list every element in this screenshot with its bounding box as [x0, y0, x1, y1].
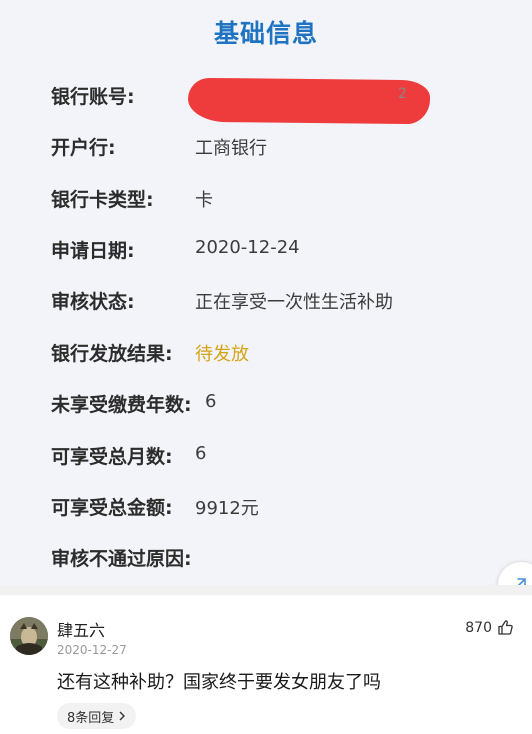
value-unused-years: 6	[205, 391, 217, 412]
label-bank-account: 银行账号:	[51, 86, 135, 108]
row-bank-name: 开户行: 工商银行	[0, 127, 532, 167]
label-unused-years: 未享受缴费年数:	[51, 394, 192, 416]
row-apply-date: 申请日期: 2020-12-24	[0, 230, 532, 270]
replies-button[interactable]: 8条回复	[57, 703, 137, 729]
basic-info-card: 基础信息 银行账号: 2 开户行: 工商银行 银行卡类型: 卡 申请日期: 20…	[0, 0, 532, 585]
comment-author[interactable]: 肆五六	[57, 617, 105, 641]
label-payout-result: 银行发放结果:	[51, 343, 173, 365]
info-title: 基础信息	[213, 19, 318, 48]
row-payout-result: 银行发放结果: 待发放	[0, 333, 532, 373]
row-total-months: 可享受总月数: 6	[0, 436, 532, 476]
avatar[interactable]	[10, 617, 48, 655]
row-review-status: 审核状态: 正在享受一次性生活补助	[0, 281, 532, 321]
value-total-months: 6	[195, 443, 207, 464]
like-count: 870	[465, 619, 492, 636]
value-review-status: 正在享受一次性生活补助	[195, 292, 393, 313]
thumbs-up-icon	[498, 620, 513, 635]
row-unused-years: 未享受缴费年数: 6	[0, 384, 532, 424]
chevron-right-icon	[119, 711, 126, 721]
like-button[interactable]: 870	[465, 619, 514, 636]
label-reject-reason: 审核不通过原因:	[51, 548, 192, 570]
value-bank-name: 工商银行	[195, 138, 267, 159]
avatar-image-icon	[10, 617, 48, 655]
value-total-amount: 9912元	[195, 498, 259, 519]
comment-item: 肆五六 2020-12-27 870 还有这种补助？国家终于要发女朋友了吗 8条…	[0, 595, 532, 734]
label-card-type: 银行卡类型:	[51, 189, 154, 211]
redaction-tail: 2	[398, 86, 407, 102]
row-reject-reason: 审核不通过原因:	[0, 538, 532, 578]
label-apply-date: 申请日期:	[51, 240, 135, 262]
label-total-months: 可享受总月数:	[51, 446, 173, 468]
section-divider	[0, 585, 532, 595]
row-card-type: 银行卡类型: 卡	[0, 179, 532, 219]
redaction-mark	[187, 77, 431, 125]
label-total-amount: 可享受总金额:	[51, 497, 173, 519]
label-bank-name: 开户行:	[51, 137, 116, 159]
value-payout-result: 待发放	[195, 344, 249, 365]
value-apply-date: 2020-12-24	[195, 237, 300, 258]
row-total-amount: 可享受总金额: 9912元	[0, 487, 532, 527]
comment-date: 2020-12-27	[57, 643, 127, 657]
comment-text: 还有这种补助？国家终于要发女朋友了吗	[57, 672, 381, 693]
replies-label: 8条回复	[67, 710, 115, 726]
value-card-type: 卡	[195, 190, 213, 211]
label-review-status: 审核状态:	[51, 291, 135, 313]
